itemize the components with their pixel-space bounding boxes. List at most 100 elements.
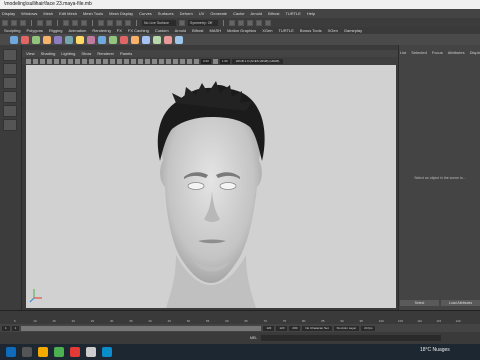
panel-menu-view[interactable]: View <box>26 51 35 56</box>
menu-cache[interactable]: Cache <box>233 11 245 16</box>
menu-edit-mesh[interactable]: Edit Mesh <box>59 11 77 16</box>
lasso-tool-icon[interactable] <box>3 63 17 75</box>
safe-action-icon[interactable] <box>89 58 94 64</box>
rotate-tool-icon[interactable] <box>3 105 17 117</box>
field-chart-icon[interactable] <box>82 58 87 64</box>
select-hierarchy-button[interactable] <box>63 19 69 26</box>
bookmark-icon[interactable] <box>40 58 45 64</box>
wireframe-icon[interactable] <box>96 58 101 64</box>
exposure-field[interactable]: 0.00 <box>201 58 211 64</box>
scale-tool-icon[interactable] <box>3 119 17 131</box>
panel-menu-panels[interactable]: Panels <box>120 51 132 56</box>
new-scene-button[interactable] <box>2 19 8 26</box>
select-tool-icon[interactable] <box>3 49 17 61</box>
tab-selected[interactable]: Selected <box>411 50 427 55</box>
menu-display[interactable]: Display <box>2 11 15 16</box>
tab-display[interactable]: Display <box>470 50 480 55</box>
gate-mask-icon[interactable] <box>75 58 80 64</box>
symmetry-field[interactable]: Symmetry: Off <box>188 19 218 26</box>
end-time-field[interactable]: 120 <box>276 325 288 331</box>
save-scene-button[interactable] <box>20 19 26 26</box>
hud-icon[interactable] <box>187 58 192 64</box>
panel-menu-lighting[interactable]: Lighting <box>61 51 75 56</box>
symmetry-icon[interactable] <box>179 19 185 26</box>
shelf-tab-polygons[interactable]: Polygons <box>26 28 42 33</box>
camera-attributes-icon[interactable] <box>33 58 38 64</box>
chrome-icon[interactable] <box>54 347 64 357</box>
anim-layer-select[interactable]: No Anim Layer <box>333 325 360 331</box>
select-object-button[interactable] <box>72 19 78 26</box>
start-time-field[interactable]: 1 <box>2 325 10 331</box>
shelf-tool-icon[interactable] <box>87 35 95 44</box>
file-explorer-icon[interactable] <box>38 347 48 357</box>
shelf-tab-arnold[interactable]: Arnold <box>175 28 187 33</box>
camera-icon[interactable] <box>26 58 31 64</box>
snap-surface-button[interactable] <box>125 19 131 26</box>
snap-grid-button[interactable] <box>98 19 104 26</box>
shelf-tab-mash[interactable]: MASH <box>210 28 222 33</box>
animation-end-field[interactable]: 200 <box>289 325 301 331</box>
shelf-tool-icon[interactable] <box>10 35 18 44</box>
render-settings-button[interactable] <box>256 19 262 26</box>
use-all-lights-icon[interactable] <box>117 58 122 64</box>
shelf-tab-motion-graphics[interactable]: Motion Graphics <box>227 28 256 33</box>
wireframe-on-shaded-icon[interactable] <box>180 58 185 64</box>
3d-viewport[interactable] <box>26 65 396 308</box>
smooth-shade-icon[interactable] <box>103 58 108 64</box>
undo-button[interactable] <box>37 19 43 26</box>
tab-attributes[interactable]: Attributes <box>448 50 465 55</box>
shelf-tool-icon[interactable] <box>32 35 40 44</box>
move-tool-icon[interactable] <box>3 91 17 103</box>
motion-blur-icon[interactable] <box>138 58 143 64</box>
shelf-tab-rendering[interactable]: Rendering <box>92 28 110 33</box>
ipr-render-button[interactable] <box>247 19 253 26</box>
shelf-tool-icon[interactable] <box>54 35 62 44</box>
command-language-label[interactable]: MEL <box>250 336 257 340</box>
isolate-select-icon[interactable] <box>152 58 157 64</box>
textured-icon[interactable] <box>110 58 115 64</box>
weather-widget[interactable]: 18°C Nuages <box>420 347 450 353</box>
film-gate-icon[interactable] <box>61 58 66 64</box>
maya-icon[interactable] <box>102 347 112 357</box>
xray-icon[interactable] <box>159 58 164 64</box>
menu-curves[interactable]: Curves <box>139 11 152 16</box>
fps-select[interactable]: 24 fps <box>361 325 376 331</box>
shelf-tool-icon[interactable] <box>109 35 117 44</box>
hypershade-button[interactable] <box>265 19 271 26</box>
snap-point-button[interactable] <box>116 19 122 26</box>
snap-curve-button[interactable] <box>107 19 113 26</box>
paint-select-tool-icon[interactable] <box>3 77 17 89</box>
render-current-button[interactable] <box>238 19 244 26</box>
shadows-icon[interactable] <box>124 58 129 64</box>
select-button[interactable]: Select <box>400 300 439 306</box>
menu-turtle[interactable]: TURTLE <box>285 11 300 16</box>
menu-mesh-tools[interactable]: Mesh Tools <box>83 11 103 16</box>
menu-help[interactable]: Help <box>307 11 315 16</box>
select-component-button[interactable] <box>81 19 87 26</box>
shelf-tab-gameplay[interactable]: Gameplay <box>344 28 362 33</box>
opera-icon[interactable] <box>70 347 80 357</box>
menu-arnold[interactable]: Arnold <box>251 11 263 16</box>
shelf-tool-icon[interactable] <box>65 35 73 44</box>
character-set-select[interactable]: No Character Set <box>302 325 332 331</box>
redo-button[interactable] <box>46 19 52 26</box>
shelf-tool-icon[interactable] <box>131 35 139 44</box>
playback-start-field[interactable]: 1 <box>11 325 20 331</box>
shelf-tab-custom[interactable]: Custom <box>155 28 169 33</box>
ambient-occlusion-icon[interactable] <box>131 58 136 64</box>
command-input[interactable] <box>261 335 442 341</box>
menu-bifrost[interactable]: Bifrost <box>268 11 279 16</box>
menu-generate[interactable]: Generate <box>210 11 227 16</box>
panel-menu-show[interactable]: Show <box>81 51 91 56</box>
image-plane-icon[interactable] <box>47 58 52 64</box>
shelf-tab-turtle[interactable]: TURTLE <box>278 28 293 33</box>
shelf-tool-icon[interactable] <box>153 35 161 44</box>
menu-mesh-display[interactable]: Mesh Display <box>109 11 133 16</box>
shelf-tab-bifrost[interactable]: Bifrost <box>192 28 203 33</box>
panel-menu-renderer[interactable]: Renderer <box>97 51 114 56</box>
grid-icon[interactable] <box>54 58 59 64</box>
shelf-tab-animation[interactable]: Animation <box>69 28 87 33</box>
shelf-tab-rigging[interactable]: Rigging <box>49 28 63 33</box>
menu-mesh[interactable]: Mesh <box>43 11 53 16</box>
menu-surfaces[interactable]: Surfaces <box>158 11 174 16</box>
